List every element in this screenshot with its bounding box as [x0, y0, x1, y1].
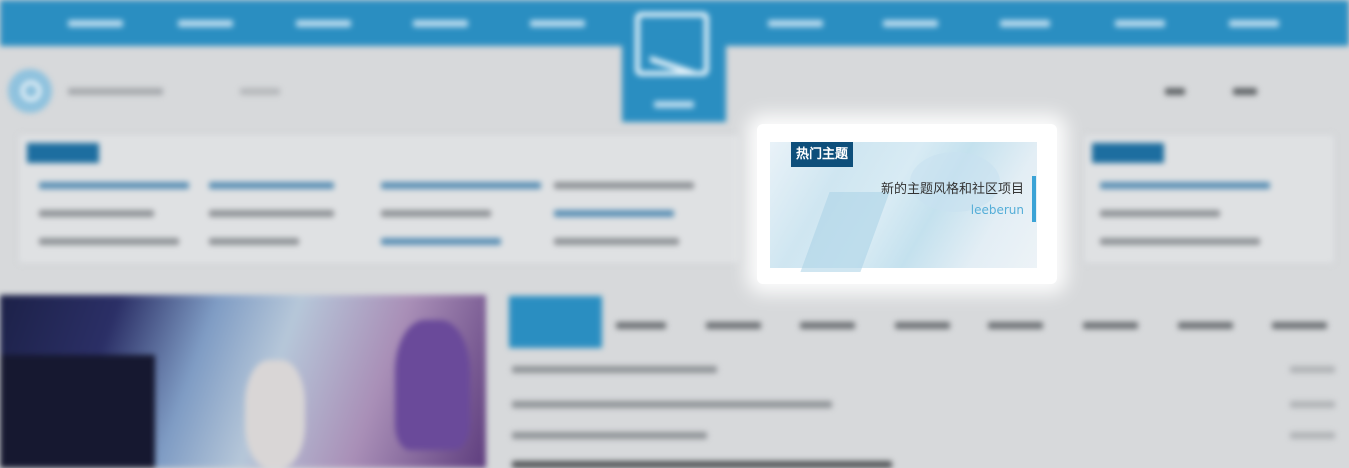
- nav-item[interactable]: [1229, 20, 1279, 27]
- nav-item[interactable]: [1000, 20, 1050, 27]
- user-link[interactable]: [1233, 88, 1257, 95]
- list-item[interactable]: [209, 210, 334, 217]
- search-category[interactable]: [240, 88, 280, 95]
- list-item[interactable]: [1100, 210, 1220, 217]
- panel-tag: [27, 143, 99, 163]
- list-item[interactable]: [554, 210, 674, 217]
- list-item[interactable]: [381, 238, 501, 245]
- list-item[interactable]: [381, 182, 541, 189]
- site-logo-icon: [635, 12, 709, 76]
- nav-item[interactable]: [296, 20, 351, 27]
- tab[interactable]: [1272, 322, 1327, 329]
- topic-meta: [1290, 366, 1335, 373]
- site-logo[interactable]: [622, 0, 726, 122]
- tab[interactable]: [895, 322, 950, 329]
- banner-character: [395, 320, 470, 450]
- topic-meta: [1290, 401, 1335, 408]
- list-item[interactable]: [381, 210, 491, 217]
- list-item[interactable]: [1100, 182, 1270, 189]
- blurred-background: [0, 0, 1349, 468]
- nav-item[interactable]: [178, 20, 233, 27]
- topic-row[interactable]: [512, 366, 717, 373]
- featured-accent-bar: [1032, 176, 1036, 222]
- topic-row[interactable]: [512, 461, 892, 468]
- list-item[interactable]: [209, 238, 299, 245]
- tab[interactable]: [616, 322, 666, 329]
- list-item[interactable]: [39, 182, 189, 189]
- banner-character: [245, 360, 305, 468]
- announcement-panel: [18, 134, 740, 264]
- list-item[interactable]: [39, 238, 179, 245]
- tab[interactable]: [988, 322, 1043, 329]
- list-item[interactable]: [209, 182, 334, 189]
- topic-meta: [1290, 432, 1335, 439]
- featured-topic-title[interactable]: 新的主题风格和社区项目: [881, 178, 1024, 197]
- tab[interactable]: [1083, 322, 1138, 329]
- hot-topics-label: 热门主题: [791, 142, 854, 167]
- list-item[interactable]: [39, 210, 154, 217]
- nav-item[interactable]: [883, 20, 938, 27]
- nav-item[interactable]: [68, 20, 123, 27]
- banner-stats-overlay: [0, 355, 155, 468]
- list-item[interactable]: [1100, 238, 1260, 245]
- tab-active[interactable]: [509, 296, 602, 348]
- logo-caption: [654, 101, 694, 108]
- tab[interactable]: [800, 322, 855, 329]
- nav-item[interactable]: [768, 20, 823, 27]
- featured-topic-author[interactable]: leeberun: [971, 203, 1024, 217]
- list-item[interactable]: [554, 238, 679, 245]
- nav-item[interactable]: [530, 20, 585, 27]
- nav-item[interactable]: [1115, 20, 1165, 27]
- topic-row[interactable]: [512, 401, 832, 408]
- search-icon[interactable]: [8, 69, 52, 113]
- nav-item[interactable]: [413, 20, 468, 27]
- side-panel: [1083, 134, 1335, 264]
- panel-tag: [1092, 143, 1164, 163]
- tab[interactable]: [706, 322, 761, 329]
- user-link[interactable]: [1165, 88, 1185, 95]
- list-item[interactable]: [554, 182, 694, 189]
- topic-row[interactable]: [512, 432, 707, 439]
- search-input[interactable]: [68, 88, 163, 95]
- tab[interactable]: [1178, 322, 1233, 329]
